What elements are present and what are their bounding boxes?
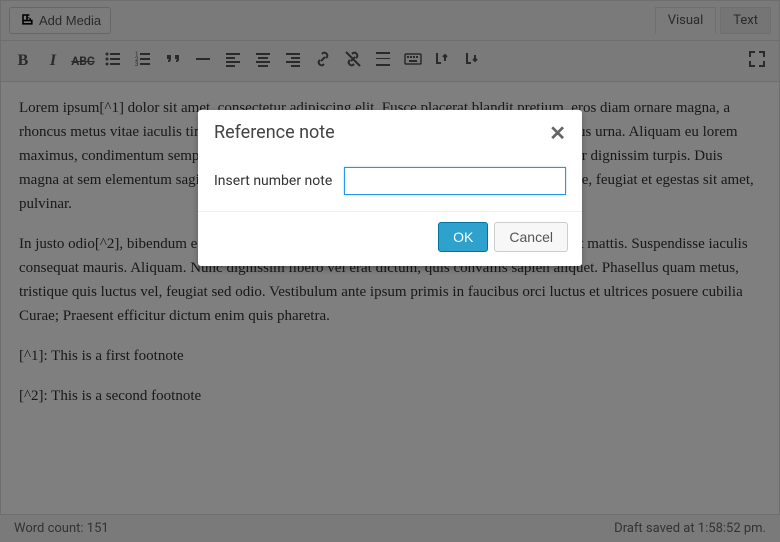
reference-note-dialog: Reference note ✕ Insert number note OK C… — [198, 110, 582, 266]
modal-overlay: Reference note ✕ Insert number note OK C… — [0, 0, 780, 542]
note-number-input[interactable] — [344, 167, 566, 195]
ok-button[interactable]: OK — [438, 222, 488, 252]
close-icon[interactable]: ✕ — [549, 123, 566, 143]
dialog-label: Insert number note — [214, 173, 332, 189]
cancel-button[interactable]: Cancel — [494, 222, 568, 252]
dialog-title: Reference note — [214, 122, 335, 143]
